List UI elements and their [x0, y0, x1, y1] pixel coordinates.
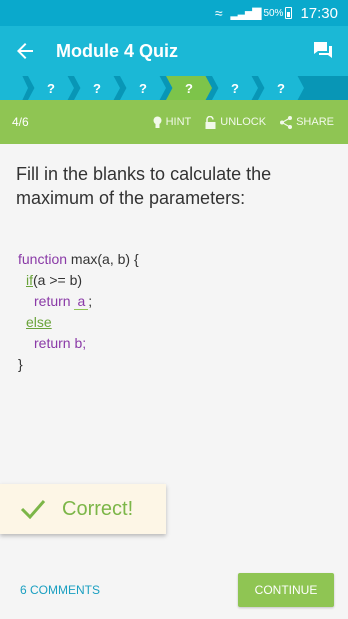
progress-step-2[interactable]: ? [74, 76, 120, 100]
code-line-1: function max(a, b) { [18, 249, 139, 270]
feedback-text: Correct! [62, 497, 134, 520]
code-text: return b; [34, 335, 87, 351]
comments-link[interactable]: 6 COMMENTS [20, 583, 238, 597]
code-keyword-else: else [26, 314, 52, 330]
code-block: function max(a, b) { if(a >= b) return a… [18, 249, 139, 375]
status-bar: ≈ ▂▃▅▇ 50% 17:30 [0, 0, 348, 26]
code-line-2: if(a >= b) [18, 270, 139, 291]
unlock-button[interactable]: UNLOCK [205, 115, 267, 129]
progress-step-6[interactable]: ? [258, 76, 304, 100]
battery-percent: 50% [263, 7, 284, 19]
share-label: SHARE [296, 116, 334, 128]
code-line-3: return a; [18, 291, 139, 312]
discussion-icon[interactable] [298, 26, 348, 76]
continue-button[interactable]: CONTINUE [238, 573, 334, 607]
page-title: Module 4 Quiz [56, 40, 179, 61]
question-counter: 4/6 [12, 115, 29, 129]
bottom-bar: 6 COMMENTS CONTINUE [0, 570, 348, 610]
clock: 17:30 [300, 4, 338, 22]
unlock-icon [205, 115, 216, 129]
back-arrow-icon[interactable] [0, 26, 50, 76]
unlock-label: UNLOCK [220, 116, 267, 128]
code-keyword-if: if [26, 272, 33, 288]
question-text: Fill in the blanks to calculate the maxi… [16, 164, 272, 208]
blank-answer-field[interactable]: a [74, 293, 89, 310]
progress-step-5[interactable]: ? [212, 76, 258, 100]
correct-feedback-banner: Correct! [0, 484, 166, 534]
wifi-icon: ≈ [214, 5, 223, 21]
code-line-5: return b; [18, 333, 139, 354]
code-line-6: } [18, 354, 139, 375]
code-text: max(a, b) { [67, 251, 139, 267]
signal-icon: ▂▃▅▇ [230, 6, 262, 20]
code-keyword: function [18, 251, 68, 267]
quiz-progress-bar: ? ? ? ? ? ? [0, 76, 348, 100]
hint-button[interactable]: HINT [153, 116, 192, 129]
code-text: ; [88, 293, 93, 309]
hint-label: HINT [165, 116, 192, 128]
checkmark-icon [20, 500, 46, 519]
code-text: } [18, 356, 23, 372]
progress-lead [0, 76, 28, 100]
code-line-4: else [18, 312, 139, 333]
app-bar: Module 4 Quiz [0, 26, 348, 76]
progress-step-1[interactable]: ? [28, 76, 74, 100]
share-icon [280, 115, 293, 129]
lightbulb-icon [153, 116, 162, 128]
share-button[interactable]: SHARE [280, 115, 334, 129]
progress-step-3[interactable]: ? [120, 76, 166, 100]
battery-icon [285, 7, 293, 19]
code-keyword-return: return [34, 293, 71, 309]
progress-step-4-current[interactable]: ? [166, 76, 212, 100]
code-text: (a >= b) [33, 272, 83, 288]
quiz-toolbar: 4/6 HINT UNLOCK SHARE [0, 100, 348, 144]
